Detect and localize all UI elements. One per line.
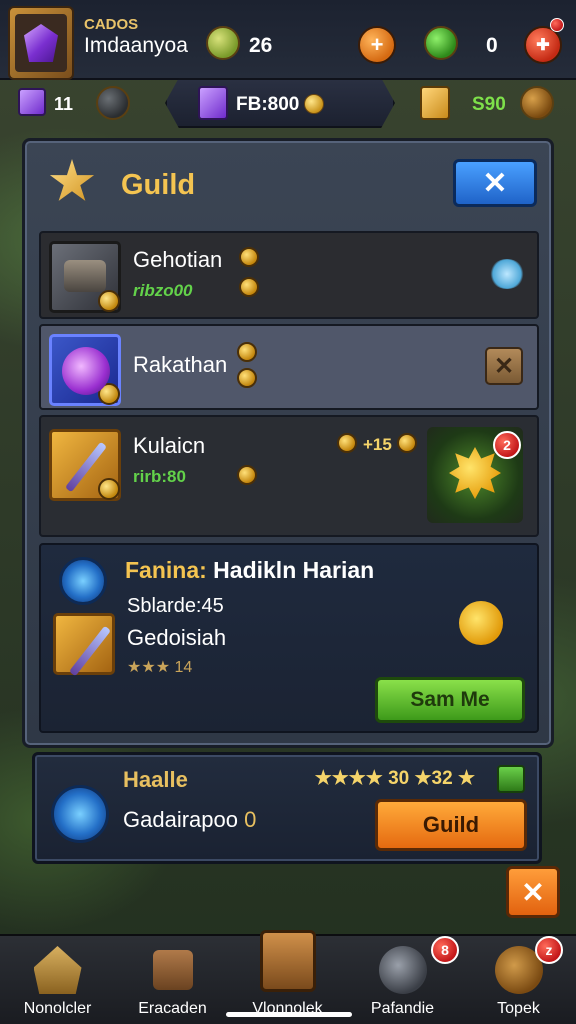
coin-count: 26 (249, 34, 273, 57)
nav-item-home[interactable]: Nonolcler (0, 936, 115, 1024)
featured-stars: ★★★ 14 (127, 659, 193, 676)
nav-label: Topek (497, 1000, 540, 1017)
leaf-coin-icon (206, 26, 240, 60)
green-gem-icon (424, 26, 458, 60)
tent-icon (33, 946, 82, 994)
featured-line-2: Gedoisiah (127, 625, 227, 650)
magic-orb-icon (49, 334, 121, 406)
nav-item-center[interactable]: Vlonnolek (230, 930, 345, 1024)
panel-title: Guild (121, 169, 196, 201)
guild-rating: ★★★★ 30 ★32 ★ (314, 768, 475, 789)
nav-label: Nonolcler (23, 1000, 92, 1017)
coin-icon (239, 277, 259, 297)
join-button[interactable]: Sam Me (375, 677, 525, 723)
dark-coin-icon[interactable] (96, 86, 130, 120)
crate-icon (152, 950, 193, 990)
item-name: Rakathan (133, 352, 228, 377)
gold-coin-icon (304, 94, 324, 114)
avatar[interactable] (8, 6, 74, 80)
dismiss-button[interactable]: ✕ (485, 347, 523, 385)
featured-title: Fanina: Hadikln Harian (125, 557, 374, 584)
sword-icon (378, 946, 427, 994)
purple-cube-icon (198, 86, 228, 120)
home-indicator[interactable] (226, 1012, 352, 1017)
shard-count: 11 (54, 94, 74, 114)
coin-icon (237, 368, 257, 388)
item-sub: ribzo00 (133, 281, 193, 300)
nav-item-settings[interactable]: z Topek (461, 936, 576, 1024)
green-shield-icon (497, 765, 525, 793)
guild-card-title: Haalle (123, 767, 188, 792)
coin-icon (237, 465, 257, 485)
spear-icon (49, 429, 121, 501)
nav-item-battle[interactable]: 8 Pafandie (345, 936, 460, 1024)
notification-badge: 2 (493, 431, 521, 459)
featured-card: Fanina: Hadikln Harian Sblarde:45 Gedois… (39, 543, 539, 733)
coin-icon (337, 433, 357, 453)
item-name: Gehotian (133, 247, 223, 272)
avatar-inner (15, 14, 67, 72)
guild-emblem-icon (51, 785, 109, 843)
coin-icon (237, 342, 257, 362)
list-item[interactable]: Kulaicn rirb:80 +15 2 (39, 415, 539, 537)
gold-chest-icon (420, 86, 450, 120)
guild-card: Haalle ★★★★ 30 ★32 ★ Gadairapoo 0 Guild (32, 752, 542, 864)
item-value: +15 (363, 435, 392, 454)
guild-name-text: Gadairapoo (123, 807, 238, 832)
chest-icon (259, 930, 316, 992)
player-subtitle: CADOS (84, 16, 139, 33)
nav-notification-badge: z (535, 936, 563, 964)
smiling-sun-icon (449, 447, 501, 499)
nav-label: Pafandie (370, 1000, 435, 1017)
featured-line-1: Sblarde:45 (127, 595, 224, 617)
coin-icon (239, 247, 259, 267)
bronze-coin-icon[interactable] (520, 86, 554, 120)
center-resource-value: FB:800 (236, 94, 300, 115)
purple-gem-icon (24, 24, 58, 62)
guild-button[interactable]: Guild (375, 799, 527, 851)
coin-icon (397, 433, 417, 453)
floating-close-button[interactable]: ✕ (506, 866, 560, 918)
gem-count: 0 (486, 34, 498, 57)
guild-name: Gadairapoo 0 (123, 807, 256, 833)
featured-title-prefix: Fanina: (125, 557, 207, 583)
bottom-nav: Nonolcler Eracaden Vlonnolek 8 Pafandie … (0, 930, 576, 1024)
nav-label: Eracaden (138, 1000, 207, 1017)
spear-icon (53, 613, 115, 675)
smile-key-icon[interactable] (459, 601, 503, 645)
item-sub: rirb:80 (133, 467, 186, 486)
top-hud: CADOS Imdaanyoa 26 + 0 ✚ (0, 0, 576, 80)
nav-notification-badge: 8 (431, 936, 459, 964)
level-badge-icon (98, 478, 120, 500)
purple-shard-icon (18, 88, 46, 116)
blue-emblem-icon (59, 557, 107, 605)
star-icon (49, 159, 95, 201)
hud-notification-dot (550, 18, 564, 32)
list-item[interactable]: Gehotian ribzo00 (39, 231, 539, 319)
sparkle-icon[interactable] (489, 259, 525, 289)
nav-item-inventory[interactable]: Eracaden (115, 936, 230, 1024)
list-item[interactable]: Rakathan ✕ (39, 324, 539, 410)
cannon-icon (49, 241, 121, 313)
add-coins-button[interactable]: + (358, 26, 396, 64)
right-resource-value: S90 (472, 94, 506, 115)
player-name: Imdaanyoa (84, 34, 188, 57)
level-badge-icon (98, 383, 120, 405)
guild-panel: Guild ✕ Gehotian ribzo00 Rakathan ✕ Kula… (22, 138, 554, 748)
guild-name-suffix: 0 (244, 807, 257, 832)
item-name: Kulaicn (133, 433, 206, 458)
featured-title-main: Hadikln Harian (213, 557, 375, 583)
close-button[interactable]: ✕ (453, 159, 537, 207)
level-badge-icon (98, 290, 120, 312)
